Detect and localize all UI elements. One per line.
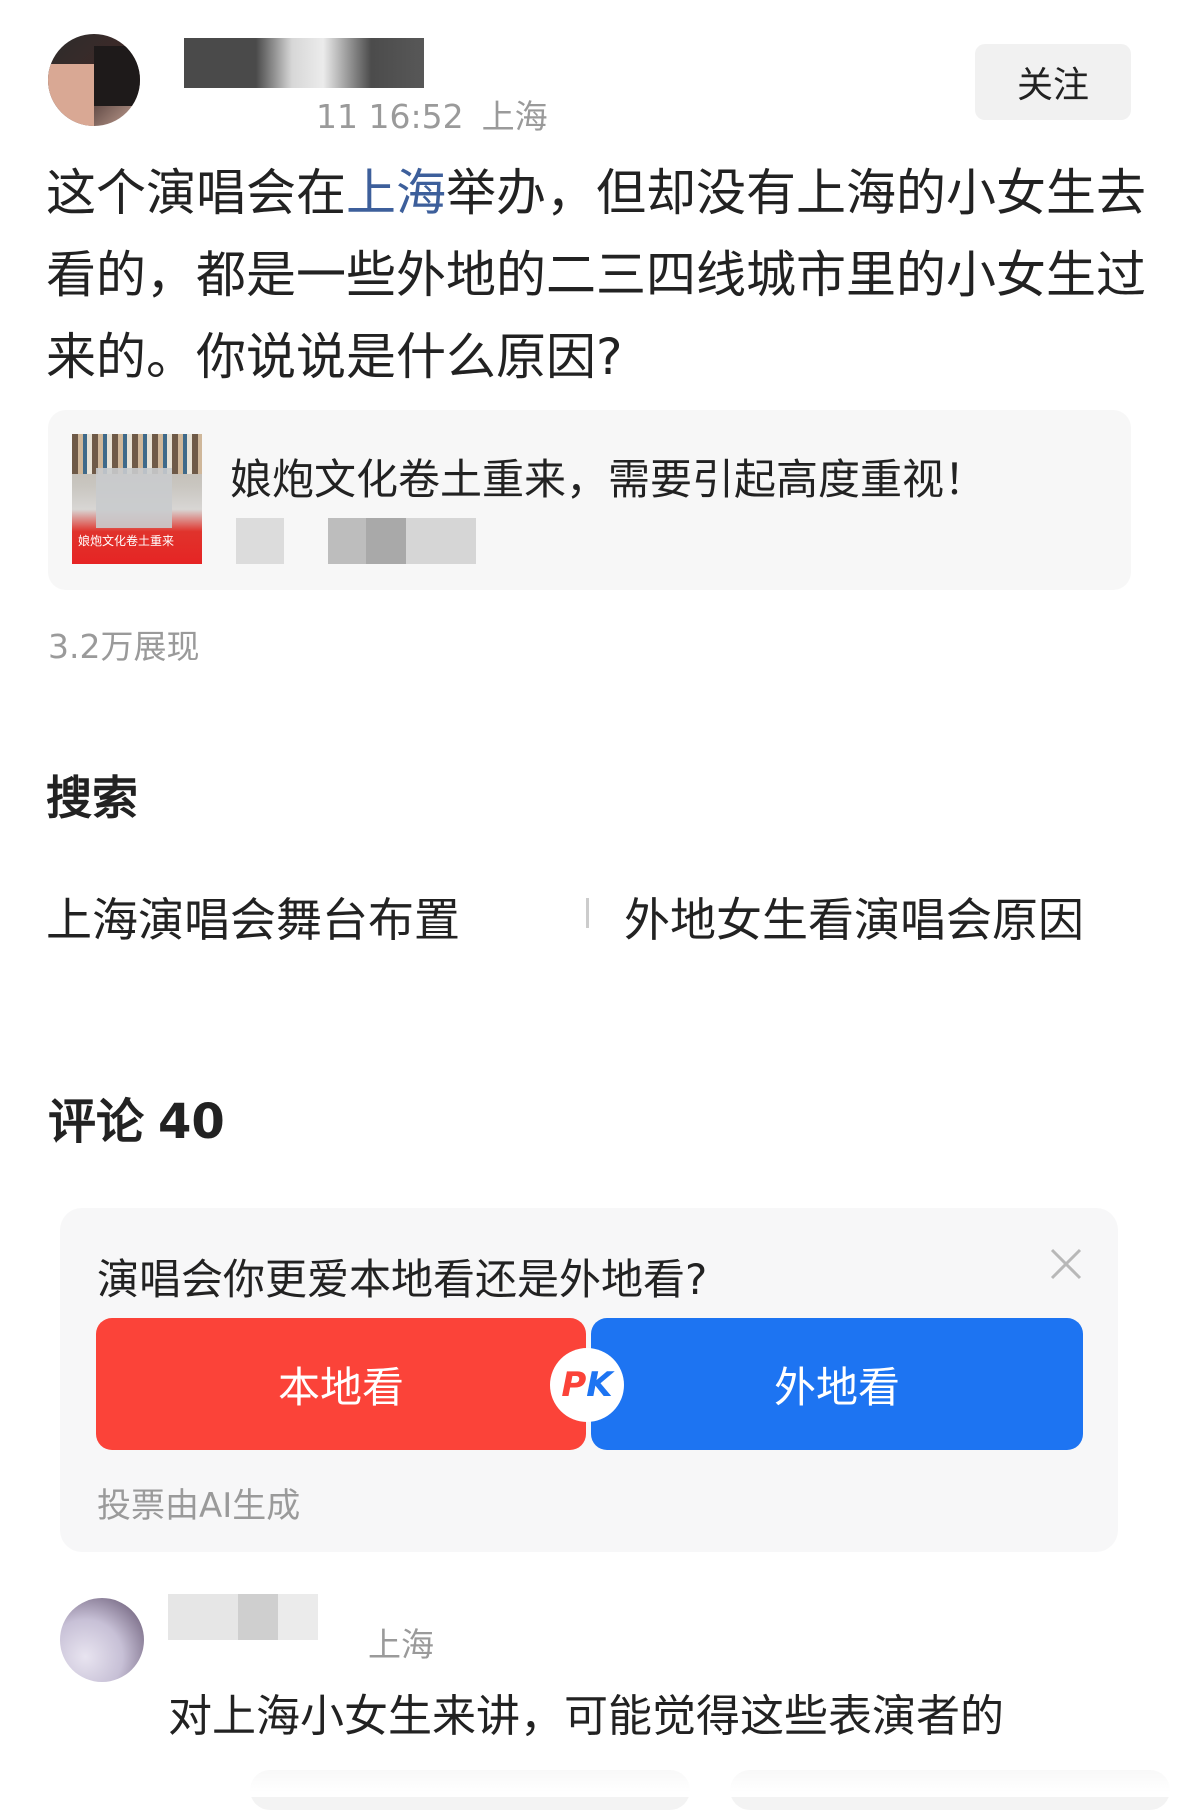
post-time: 11 16:52 — [316, 97, 464, 136]
post-location: 上海 — [481, 97, 548, 136]
search-heading: 搜索 — [46, 771, 138, 825]
vote-question: 演唱会你更爱本地看还是外地看? — [97, 1255, 708, 1304]
quoted-article-title: 娘炮文化卷土重来，需要引起高度重视！ — [230, 455, 987, 504]
pk-badge: PK — [550, 1348, 624, 1422]
search-suggestion-1[interactable]: 上海演唱会舞台布置 — [46, 884, 460, 950]
post-body-text-1: 这个演唱会在 — [46, 164, 346, 222]
quoted-article-card[interactable]: 娘炮文化卷土重来 娘炮文化卷土重来，需要引起高度重视！ — [48, 410, 1131, 590]
close-icon[interactable] — [1046, 1244, 1086, 1284]
location-link[interactable]: 上海 — [346, 164, 446, 222]
post-meta: 11 16:52 上海 — [316, 90, 548, 138]
vote-option-local-button[interactable]: 本地看 — [96, 1318, 586, 1450]
author-avatar[interactable] — [48, 34, 140, 126]
author-name-redacted[interactable] — [184, 38, 424, 88]
comments-label: 评论 — [48, 1094, 145, 1150]
quoted-article-thumbnail: 娘炮文化卷土重来 — [72, 434, 202, 564]
comments-heading: 评论 40 — [48, 1082, 225, 1152]
commenter-avatar[interactable] — [60, 1598, 144, 1682]
comment-text: 对上海小女生来讲，可能觉得这些表演者的 — [168, 1691, 1004, 1742]
view-count: 3.2万展现 — [48, 627, 200, 666]
commenter-meta: 上海 — [168, 1618, 434, 1666]
comments-count: 40 — [158, 1094, 225, 1150]
follow-button[interactable]: 关注 — [975, 44, 1131, 120]
vote-option-remote-button[interactable]: 外地看 — [591, 1318, 1083, 1450]
vote-ai-note: 投票由AI生成 — [97, 1486, 301, 1526]
search-divider — [586, 898, 589, 928]
quoted-article-source-redacted — [236, 518, 476, 564]
bottom-fade — [0, 1752, 1179, 1797]
post-body: 这个演唱会在上海举办，但却没有上海的小女生去看的，都是一些外地的二三四线城市里的… — [46, 152, 1146, 398]
thumbnail-caption: 娘炮文化卷土重来 — [78, 534, 175, 548]
commenter-location: 上海 — [368, 1625, 434, 1664]
vote-card: 演唱会你更爱本地看还是外地看? 本地看 外地看 PK 投票由AI生成 — [60, 1208, 1118, 1552]
search-suggestion-2[interactable]: 外地女生看演唱会原因 — [624, 884, 1084, 950]
